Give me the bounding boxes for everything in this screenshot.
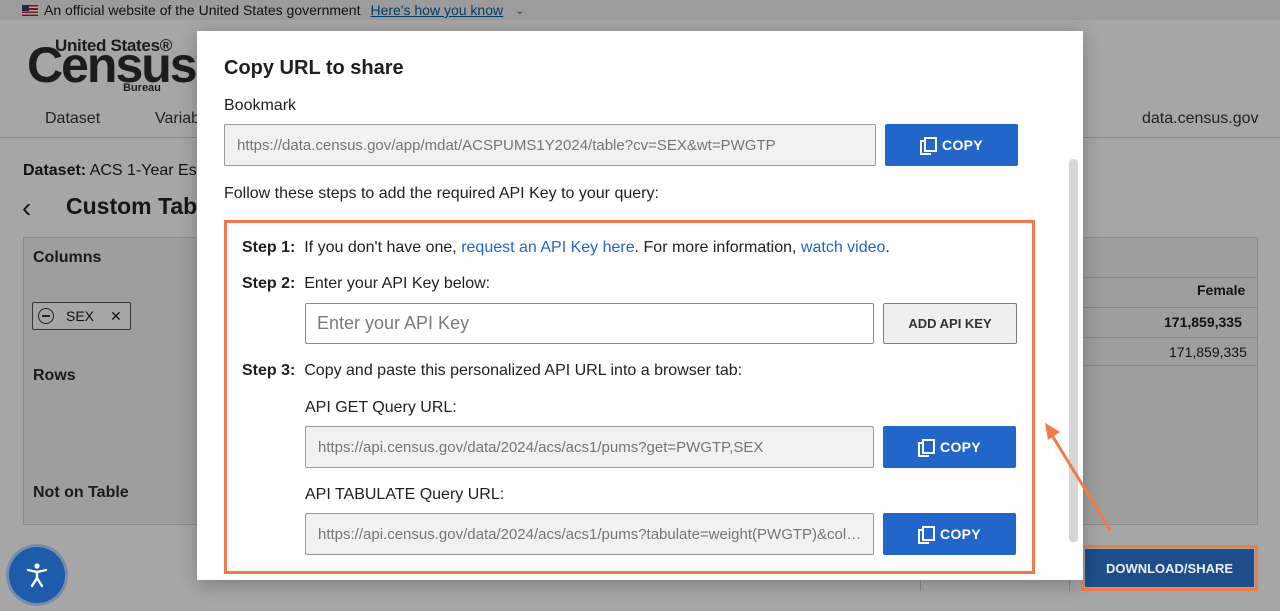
step-1-end: . [885, 239, 890, 256]
request-api-key-link[interactable]: request an API Key here [461, 239, 634, 256]
accessibility-icon [26, 563, 48, 588]
api-tabulate-url-text: https://api.census.gov/data/2024/acs/acs… [318, 525, 873, 543]
step-1-row: Step 1: If you don't have one, request a… [242, 239, 890, 257]
step-1-middle: . For more information, [634, 239, 797, 256]
copy-tabulate-url-button[interactable]: COPY [883, 513, 1016, 555]
api-get-url-text: https://api.census.gov/data/2024/acs/acs… [318, 438, 764, 456]
copy-label: COPY [940, 439, 981, 455]
bookmark-url-field[interactable]: https://data.census.gov/app/mdat/ACSPUMS… [224, 124, 876, 166]
step-2-row: Step 2: Enter your API Key below: [242, 275, 490, 293]
bookmark-label: Bookmark [224, 97, 297, 114]
api-tabulate-url-field[interactable]: https://api.census.gov/data/2024/acs/acs… [305, 513, 874, 555]
step-3-label: Step 3: [242, 362, 296, 379]
modal-scrollbar[interactable] [1069, 159, 1078, 542]
step-1-text: If you don't have one, [304, 239, 457, 256]
copy-icon [918, 526, 936, 544]
step-3-row: Step 3: Copy and paste this personalized… [242, 362, 742, 380]
copy-label: COPY [942, 137, 983, 153]
api-get-label: API GET Query URL: [305, 399, 457, 416]
add-api-key-button[interactable]: ADD API KEY [883, 303, 1017, 344]
step-1-label: Step 1: [242, 239, 296, 256]
bookmark-url-text: https://data.census.gov/app/mdat/ACSPUMS… [237, 136, 776, 154]
api-key-input[interactable] [305, 303, 874, 344]
accessibility-button[interactable] [9, 547, 65, 603]
copy-label: COPY [940, 526, 981, 542]
step-3-text: Copy and paste this personalized API URL… [304, 362, 743, 379]
api-get-url-field[interactable]: https://api.census.gov/data/2024/acs/acs… [305, 426, 874, 468]
share-modal: Copy URL to share Bookmark https://data.… [197, 31, 1083, 580]
copy-icon [920, 137, 938, 155]
watch-video-link[interactable]: watch video [801, 239, 886, 256]
step-2-label: Step 2: [242, 275, 296, 292]
step-2-text: Enter your API Key below: [304, 275, 491, 292]
copy-icon [918, 439, 936, 457]
api-tabulate-label: API TABULATE Query URL: [305, 486, 505, 503]
modal-title: Copy URL to share [224, 57, 404, 79]
instructions-text: Follow these steps to add the required A… [224, 185, 659, 202]
copy-get-url-button[interactable]: COPY [883, 426, 1016, 468]
copy-bookmark-button[interactable]: COPY [885, 124, 1018, 166]
download-share-button[interactable]: DOWNLOAD/SHARE [1085, 549, 1254, 587]
